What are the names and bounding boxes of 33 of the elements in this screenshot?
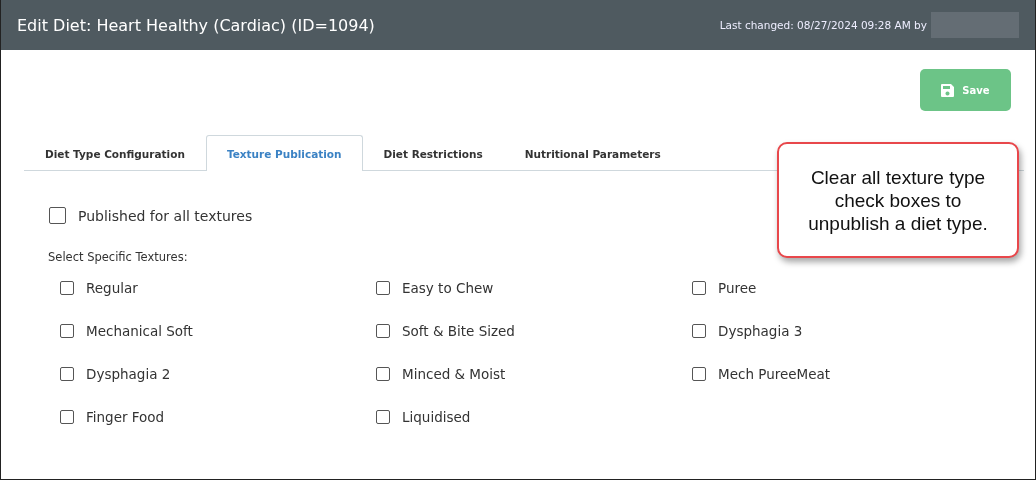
callout-note: Clear all texture type check boxes to unpublish a diet type. (777, 142, 1019, 258)
checkbox[interactable] (376, 281, 390, 295)
tab[interactable]: Diet Type Configuration (24, 135, 206, 171)
checkbox-label: Easy to Chew (402, 280, 494, 296)
save-icon (941, 83, 955, 97)
checkbox[interactable] (692, 367, 706, 381)
checkbox-label: Dysphagia 2 (86, 366, 171, 382)
checkbox[interactable] (376, 367, 390, 381)
last-changed-text: Last changed: 08/27/2024 09:28 AM by (719, 19, 927, 31)
checkbox[interactable] (376, 324, 390, 338)
checkbox[interactable] (60, 281, 74, 295)
checkbox[interactable] (692, 324, 706, 338)
checkbox[interactable] (49, 207, 66, 224)
checkbox[interactable] (60, 410, 74, 424)
checkbox-label: Regular (86, 280, 138, 296)
tab[interactable]: Nutritional Parameters (503, 135, 682, 171)
checkbox-label: Finger Food (86, 409, 165, 425)
window-title: Edit Diet: Heart Healthy (Cardiac) (ID=1094) (17, 15, 376, 35)
checkbox-label: Puree (718, 280, 757, 296)
checkbox-label: Liquidised (402, 409, 471, 425)
tab[interactable]: Diet Restrictions (362, 135, 504, 171)
checkbox[interactable] (60, 367, 74, 381)
checkbox[interactable] (376, 410, 390, 424)
checkbox-label: Dysphagia 3 (718, 323, 803, 339)
section-label: Select Specific Textures: (48, 250, 189, 264)
checkbox-label: Mechanical Soft (86, 323, 193, 339)
checkbox[interactable] (60, 324, 74, 338)
checkbox-label: Soft & Bite Sized (402, 323, 515, 339)
tab[interactable]: Texture Publication (205, 135, 363, 171)
checkbox-label: Published for all textures (78, 207, 253, 224)
checkbox-label: Mech PureeMeat (718, 366, 831, 382)
checkbox-label: Minced & Moist (402, 366, 506, 382)
checkbox[interactable] (692, 281, 706, 295)
